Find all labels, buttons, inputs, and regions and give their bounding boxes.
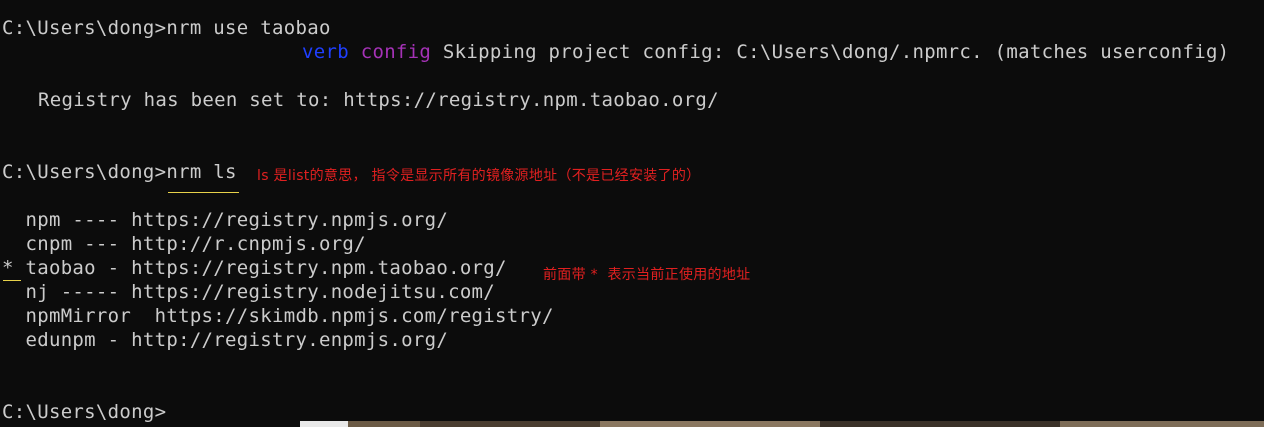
verb-tag: verb [302, 41, 349, 63]
command-line: C:\Users\dong>nrm use taobao [2, 17, 331, 39]
registry-list-item: nj ----- https://registry.nodejitsu.com/ [2, 281, 496, 303]
terminal-window[interactable]: C:\Users\dong>nrm use taobao verb config… [0, 0, 1264, 427]
registry-list-item: npmMirror https://skimdb.npmjs.com/regis… [2, 305, 554, 327]
registry-list-item: cnpm --- http://r.cnpmjs.org/ [2, 233, 366, 255]
current-annotation: 前面带 * 表示当前正使用的地址 [543, 267, 751, 283]
background-photo-strip [300, 421, 1264, 427]
skip-message: Skipping project config: C:\Users\dong/.… [442, 41, 1230, 63]
ls-annotation: ls 是list的意思， 指令是显示所有的镜像源地址（不是已经安装了的） [257, 168, 701, 184]
registry-list-item: edunpm - http://registry.enpmjs.org/ [2, 329, 449, 351]
prompt-line: C:\Users\dong> [2, 401, 167, 423]
ls-underline [168, 192, 239, 193]
npm-verb-line: verb config Skipping project config: C:\… [302, 40, 1229, 64]
command-line: C:\Users\dong>nrm ls [2, 161, 237, 183]
config-tag: config [360, 41, 432, 63]
registry-list-item-current: * taobao - https://registry.npm.taobao.o… [2, 257, 507, 279]
registry-set-message: Registry has been set to: https://regist… [38, 89, 719, 111]
registry-list-item: npm ---- https://registry.npmjs.org/ [2, 209, 449, 231]
